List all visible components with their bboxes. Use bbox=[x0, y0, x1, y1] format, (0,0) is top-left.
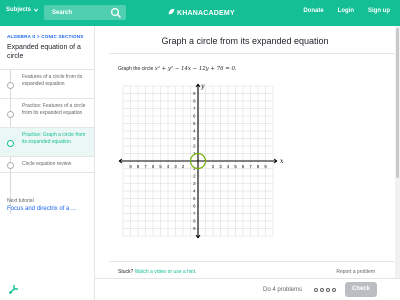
tutorial-list: Features of a circle from its expanded e… bbox=[0, 69, 94, 214]
x-tick-label: 5 bbox=[234, 164, 237, 169]
next-tutorial-link[interactable]: Focus and directrix of a ... bbox=[7, 206, 76, 212]
progress-dot bbox=[326, 288, 330, 292]
sidebar-item-features-practice[interactable]: Practice: Features of a circle from its … bbox=[0, 98, 94, 127]
y-tick-label: 9 bbox=[193, 91, 196, 96]
x-tick-label: 2 bbox=[182, 164, 185, 169]
stuck-label: Stuck? bbox=[118, 269, 134, 275]
progress-dots bbox=[314, 288, 336, 292]
progress-dot bbox=[332, 288, 336, 292]
breadcrumb[interactable]: ALGEBRA II > CONIC SECTIONS bbox=[7, 34, 84, 39]
article-status-icon bbox=[7, 162, 14, 169]
y-tick-label: 8 bbox=[193, 219, 196, 224]
subjects-label: Subjects bbox=[6, 7, 32, 13]
logo-text: KHANACADEMY bbox=[177, 10, 235, 17]
y-tick-label: 7 bbox=[193, 106, 196, 111]
top-nav-bar: Subjects Search KHANACADEMY Donate Login… bbox=[0, 0, 400, 26]
stuck-prompt: Stuck? Watch a video or use a hint. bbox=[118, 269, 196, 275]
y-tick-label: 5 bbox=[193, 196, 196, 201]
y-tick-label: 2 bbox=[193, 144, 196, 149]
x-tick-label: 6 bbox=[152, 164, 155, 169]
x-tick-label: 9 bbox=[129, 164, 132, 169]
video-status-icon bbox=[7, 82, 14, 89]
progress-text: Do 4 problems bbox=[263, 287, 303, 293]
search-placeholder: Search bbox=[52, 9, 73, 16]
sidebar-item-graph-practice[interactable]: Practice: Graph a circle from its expand… bbox=[0, 127, 94, 156]
y-tick-label: 2 bbox=[193, 174, 196, 179]
khan-academy-logo[interactable]: KHANACADEMY bbox=[168, 8, 235, 17]
y-tick-label: 9 bbox=[193, 226, 196, 231]
x-tick-label: 7 bbox=[144, 164, 147, 169]
coordinate-grid[interactable]: xy9876543223456789987654321123456789 bbox=[117, 82, 283, 244]
x-axis-label: x bbox=[280, 158, 283, 165]
sidebar-item-label: Practice: Graph a circle from its expand… bbox=[22, 132, 86, 145]
divider bbox=[109, 53, 394, 54]
problem-statement: Graph the circle x² + y² − 14x − 12y + 7… bbox=[118, 66, 237, 72]
progress-dot bbox=[314, 288, 318, 292]
next-tutorial-caption: Next tutorial bbox=[7, 198, 34, 204]
x-tick-label: 3 bbox=[219, 164, 222, 169]
header-links: Donate Login Sign up bbox=[303, 8, 390, 14]
x-tick-label: 5 bbox=[159, 164, 162, 169]
bottom-bar: Do 4 problems Check bbox=[9, 278, 400, 300]
sidebar: ALGEBRA II > CONIC SECTIONS Expanded equ… bbox=[0, 26, 95, 300]
check-button[interactable]: Check bbox=[345, 282, 377, 297]
y-tick-label: 4 bbox=[193, 129, 196, 134]
report-problem-link[interactable]: Report a problem bbox=[336, 269, 375, 275]
x-tick-label: 4 bbox=[167, 164, 170, 169]
y-tick-label: 4 bbox=[193, 189, 196, 194]
practice-status-icon bbox=[7, 111, 14, 118]
practice-status-icon bbox=[7, 140, 14, 147]
y-tick-label: 6 bbox=[193, 204, 196, 209]
search-icon[interactable] bbox=[110, 7, 122, 19]
sidebar-item-features-video[interactable]: Features of a circle from its expanded e… bbox=[0, 69, 94, 98]
sidebar-item-label: Circle equation review bbox=[22, 161, 72, 167]
y-tick-label: 6 bbox=[193, 114, 196, 119]
leaf-logo-icon bbox=[168, 8, 175, 15]
y-tick-label: 3 bbox=[193, 136, 196, 141]
problem-prompt: Graph the circle bbox=[118, 66, 154, 72]
sidebar-item-label: Practice: Features of a circle from its … bbox=[22, 103, 86, 116]
y-tick-label: 7 bbox=[193, 211, 196, 216]
x-tick-label: 8 bbox=[137, 164, 140, 169]
divider bbox=[109, 261, 394, 262]
signup-link[interactable]: Sign up bbox=[368, 8, 390, 14]
page-title: Graph a circle from its expanded equatio… bbox=[161, 36, 329, 46]
sidebar-item-review[interactable]: Circle equation review bbox=[0, 156, 94, 173]
y-tick-label: 8 bbox=[193, 99, 196, 104]
y-tick-label: 3 bbox=[193, 181, 196, 186]
scrollbar[interactable] bbox=[395, 26, 400, 280]
hint-link[interactable]: Watch a video or use a hint. bbox=[135, 269, 197, 275]
chevron-down-icon bbox=[33, 8, 39, 12]
y-axis-label: y bbox=[200, 83, 205, 90]
x-tick-label: 4 bbox=[227, 164, 230, 169]
x-tick-label: 3 bbox=[174, 164, 177, 169]
x-tick-label: 6 bbox=[242, 164, 245, 169]
exercise-panel: Graph a circle from its expanded equatio… bbox=[95, 26, 400, 300]
subjects-menu[interactable]: Subjects bbox=[6, 7, 39, 13]
x-tick-label: 2 bbox=[212, 164, 215, 169]
sidebar-item-label: Features of a circle from its expanded e… bbox=[22, 74, 83, 87]
progress-dot bbox=[320, 288, 324, 292]
search-input[interactable]: Search bbox=[44, 5, 126, 20]
circle-equation: x² + y² − 14x − 12y + 76 = 0. bbox=[154, 66, 237, 72]
x-tick-label: 8 bbox=[257, 164, 260, 169]
x-tick-label: 9 bbox=[264, 164, 267, 169]
scrollbar-thumb[interactable] bbox=[396, 28, 399, 178]
scratchpad-hand-icon[interactable] bbox=[8, 283, 20, 295]
x-tick-label: 7 bbox=[249, 164, 252, 169]
login-link[interactable]: Login bbox=[338, 8, 354, 14]
donate-link[interactable]: Donate bbox=[303, 8, 323, 14]
y-tick-label: 5 bbox=[193, 121, 196, 126]
unit-title: Expanded equation of a circle bbox=[7, 44, 81, 60]
